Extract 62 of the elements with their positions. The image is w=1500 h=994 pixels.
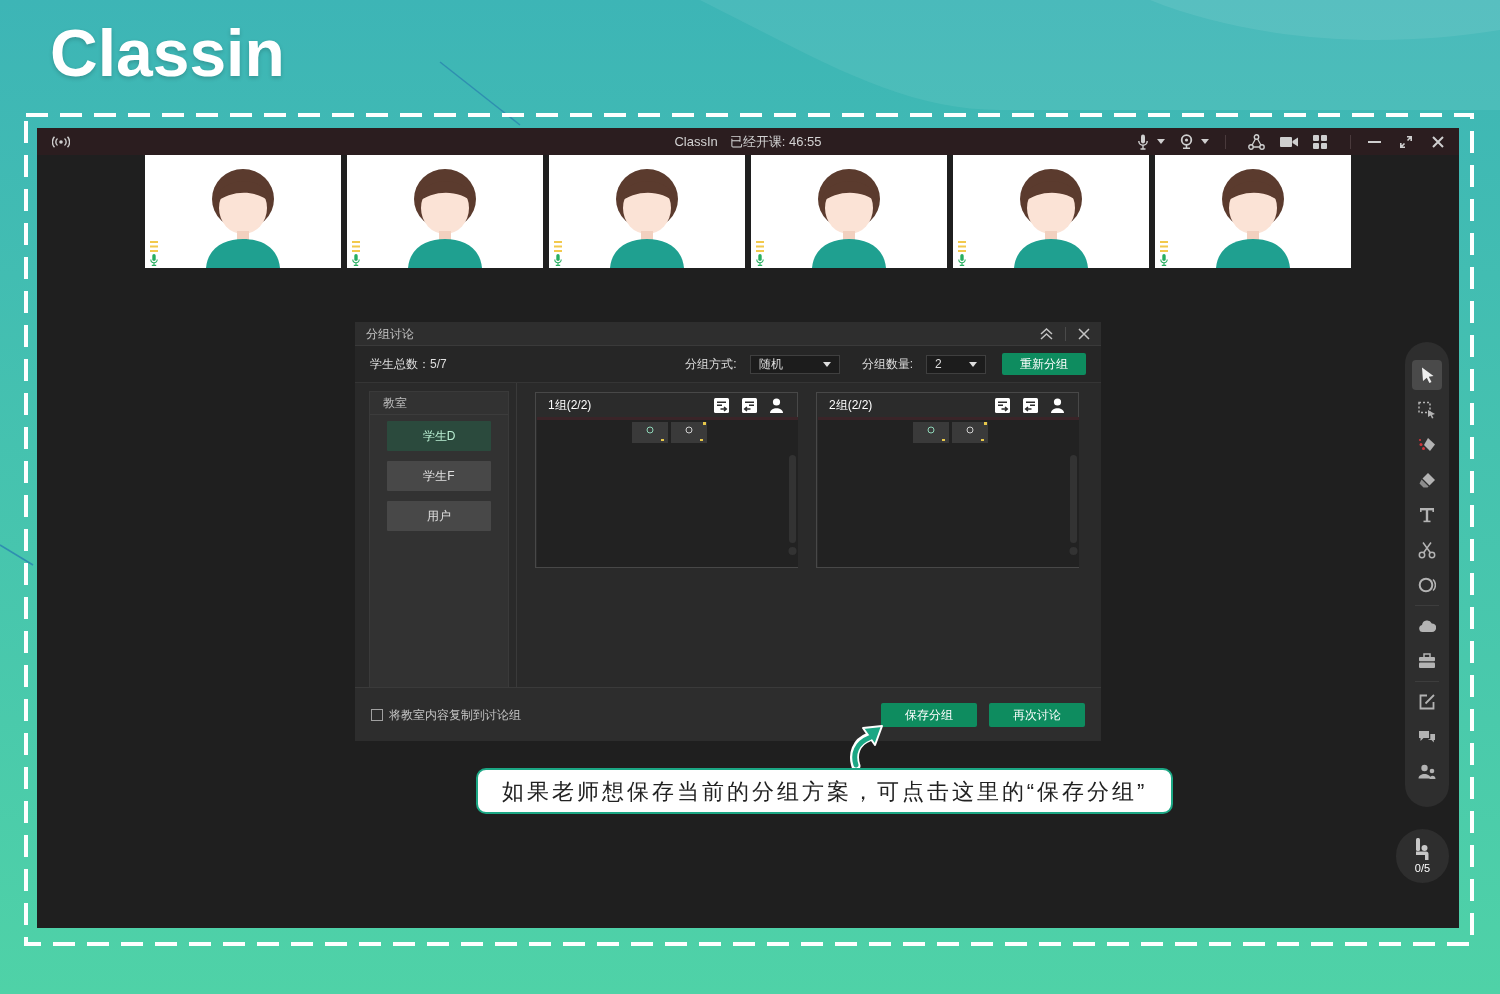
export-icon[interactable] [714,397,729,413]
ring-icon [1418,576,1436,594]
broadcast-icon[interactable] [52,135,70,148]
logo-text: Classin [50,20,285,86]
grid-icon[interactable] [1313,134,1327,149]
caret-icon [969,361,977,367]
resize-icon[interactable] [1400,135,1412,148]
hand-raise-button[interactable]: 0/5 [1396,829,1449,883]
field-label: 分组方式: [685,356,737,373]
app-name: ClassIn [674,132,718,151]
dialog-title: 分组讨论 [366,325,414,343]
volume-bars-icon [554,241,562,252]
decorative-line [0,544,34,566]
caret-icon[interactable] [1201,139,1209,144]
text-tool-icon [1418,506,1436,524]
volume-bars-icon [150,241,158,252]
group-count-dropdown[interactable]: 2 [926,354,986,374]
scissors-icon [1418,541,1436,559]
volume-bars-icon [958,241,966,252]
export-icon[interactable] [995,397,1010,413]
webcam-icon[interactable] [1180,134,1193,149]
class-timer: 已经开课: 46:55 [729,132,822,151]
close-icon[interactable] [1432,135,1444,148]
caret-icon [822,361,831,367]
student-item[interactable]: 用户 [387,501,491,531]
cloud-icon [1418,617,1436,635]
close-icon[interactable] [1078,327,1090,340]
volume-bars-icon [352,241,360,252]
student-item[interactable]: 学生F [387,461,491,491]
student-item[interactable]: 学生D [387,421,491,451]
import-icon[interactable] [1023,397,1038,413]
dialog-button[interactable]: 保存分组 [881,702,977,727]
toolbox-icon [1418,652,1436,670]
area-select-icon [1418,401,1436,419]
eraser-icon [1418,471,1436,489]
network-icon[interactable] [1248,133,1265,150]
field-label: 分组数量: [861,356,913,373]
mic-icon[interactable] [1137,133,1149,150]
student-count: 学生总数：5/7 [370,356,447,373]
tool-button[interactable] [1412,360,1442,390]
collapse-icon[interactable] [1040,327,1053,340]
seated-person-icon [1415,838,1430,860]
curved-arrow-icon [848,724,884,768]
panel-title: 教室 [383,395,407,412]
regroup-button[interactable]: 重新分组 [1002,353,1086,375]
volume-bars-icon [1160,241,1168,252]
person-icon[interactable] [1051,397,1064,413]
grouping-mode-dropdown[interactable]: 随机 [749,354,840,374]
minimize-icon[interactable] [1368,140,1381,143]
checkbox-label: 将教室内容复制到讨论组 [389,706,521,724]
person-icon[interactable] [770,397,783,413]
edit-icon [1418,693,1436,711]
group-title: 2组(2/2) [829,397,873,414]
checkbox[interactable] [371,708,383,721]
caret-icon[interactable] [1157,139,1165,144]
video-camera-icon[interactable] [1280,135,1298,148]
dialog-button[interactable]: 再次讨论 [989,702,1085,727]
group-title: 1组(2/2) [548,397,592,414]
annotation-callout: 如果老师想保存当前的分组方案，可点击这里的“保存分组” [476,768,1173,814]
people-icon [1418,763,1436,781]
import-icon[interactable] [742,397,757,413]
volume-bars-icon [756,241,764,252]
